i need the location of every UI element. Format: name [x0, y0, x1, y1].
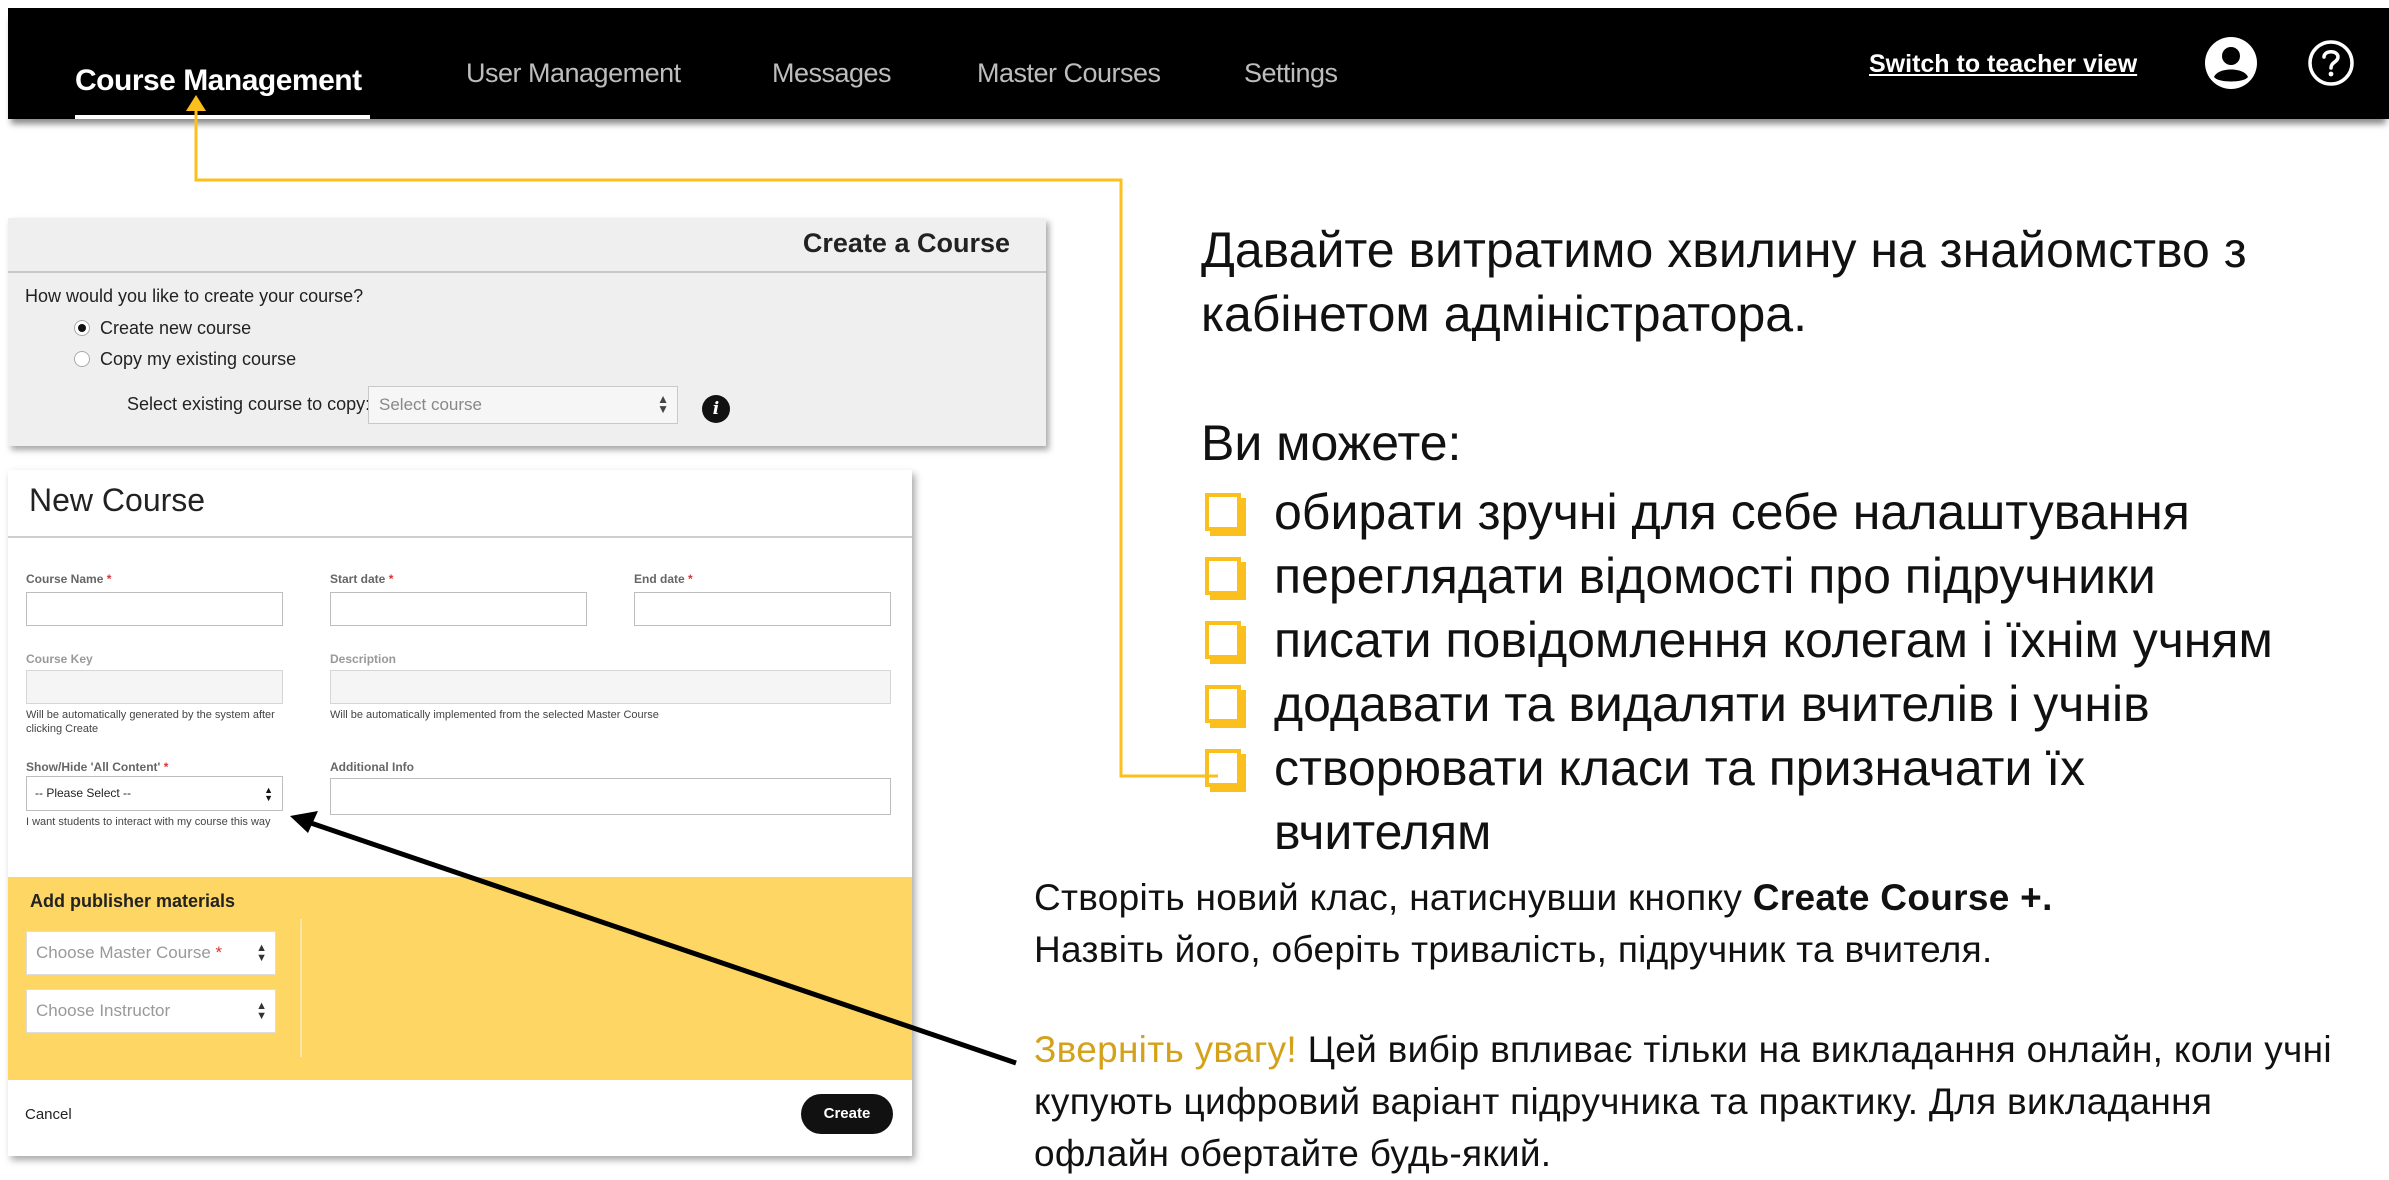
- annotation-connectors: [186, 95, 1218, 1066]
- yellow-arrowhead: [186, 95, 206, 111]
- black-pointer-line: [304, 818, 1017, 1066]
- yellow-connector-line: [194, 103, 1218, 778]
